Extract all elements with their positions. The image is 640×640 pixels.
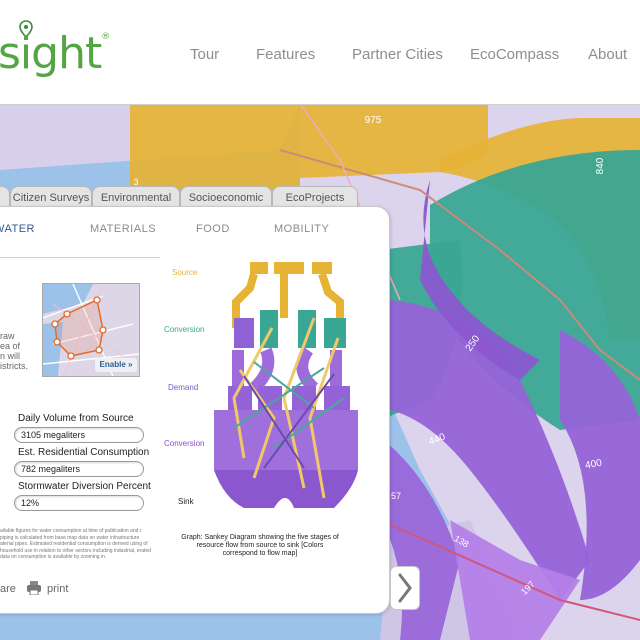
share-link[interactable]: are <box>0 583 16 595</box>
divider <box>0 257 160 258</box>
subtab-food[interactable]: FOOD <box>196 223 230 235</box>
sankey-diagram[interactable] <box>214 258 364 520</box>
nav-tour[interactable]: Tour <box>190 46 219 63</box>
draw-text-line1: raw <box>0 331 15 341</box>
print-link[interactable]: print <box>47 583 68 595</box>
draw-text-line4: istricts. <box>0 361 28 371</box>
draw-text-line2: ea of <box>0 341 21 351</box>
nav-partner-cities[interactable]: Partner Cities <box>352 46 443 63</box>
flow-label-840: 840 <box>595 157 606 174</box>
sankey-label-sink: Sink <box>178 497 194 506</box>
sankey-caption: Graph: Sankey Diagram showing the five s… <box>181 534 339 557</box>
nav-about[interactable]: About <box>588 46 627 63</box>
sankey-label-source: Source <box>172 268 198 277</box>
sankey-label-conversion-2: Conversion <box>164 439 205 448</box>
sankey-label-conversion-1: Conversion <box>164 325 205 334</box>
brand-logo[interactable]: sight® <box>0 28 110 79</box>
sankey-label-demand: Demand <box>168 383 199 392</box>
mini-map[interactable]: Enable » <box>42 283 140 377</box>
residential-consumption-label: Est. Residential Consumption <box>18 447 150 458</box>
daily-volume-field[interactable]: 3105 megaliters <box>14 427 144 443</box>
daily-volume-label: Daily Volume from Source <box>18 413 134 424</box>
next-panel-button[interactable] <box>390 566 420 610</box>
flow-label-975: 975 <box>365 115 382 126</box>
draw-text-line3: n will <box>0 351 21 361</box>
flow-label-57: 57 <box>391 491 401 501</box>
fine-print: ailable figures for water consumption at… <box>0 528 151 560</box>
stormwater-field[interactable]: 12% <box>14 495 144 511</box>
stormwater-label: Stormwater Diversion Percent <box>18 481 151 492</box>
residential-consumption-field[interactable]: 782 megaliters <box>14 461 144 477</box>
chevron-right-icon <box>398 573 412 603</box>
print-icon[interactable] <box>26 581 42 595</box>
registered-mark: ® <box>101 32 110 42</box>
enable-button[interactable]: Enable » <box>95 358 137 372</box>
subtab-mobility[interactable]: MOBILITY <box>274 223 329 235</box>
nav-features[interactable]: Features <box>256 46 315 63</box>
subtab-water[interactable]: WATER <box>0 223 35 235</box>
top-header: sight® Tour Features Partner Cities EcoC… <box>0 0 640 105</box>
nav-ecocompass[interactable]: EcoCompass <box>470 46 559 63</box>
subtab-materials[interactable]: MATERIALS <box>90 223 156 235</box>
logo-text: sight <box>0 28 102 79</box>
